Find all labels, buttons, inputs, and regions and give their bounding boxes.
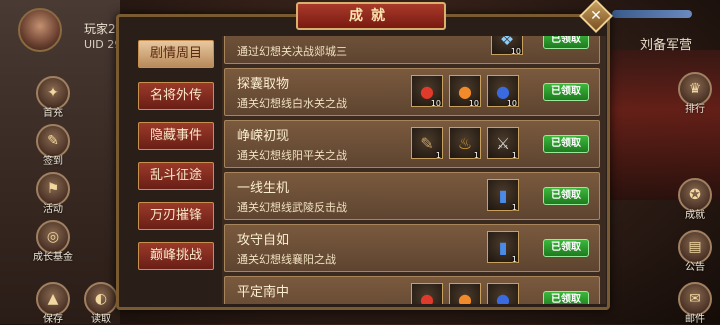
sign-in-button[interactable]: ✎ 签到: [34, 124, 72, 167]
activity-button[interactable]: ⚑ 活动: [34, 172, 72, 215]
achievement-row: 平定南中 ● ● ● 已领取: [224, 276, 600, 304]
save-button[interactable]: ▲ 保存: [34, 282, 72, 325]
claimed-button[interactable]: 已领取: [543, 36, 589, 49]
crossed-weapons-icon[interactable]: ⚔ 1: [487, 127, 519, 160]
achievement-row: 峥嵘初现 通关幻想线阳平关之战 ✎ 1 ♨ 1 ⚔ 1 已领取: [224, 120, 600, 168]
tab-melee[interactable]: 乱斗征途: [138, 162, 214, 190]
claimed-button[interactable]: 已领取: [543, 187, 589, 205]
notice-button[interactable]: ▤ 公告: [676, 230, 714, 273]
achievement-title: 一线生机: [237, 181, 290, 196]
claimed-button[interactable]: 已领取: [543, 239, 589, 257]
claimed-button[interactable]: 已领取: [543, 291, 589, 304]
close-x-icon: ✕: [590, 7, 602, 24]
tab-story[interactable]: 剧情周目: [138, 40, 214, 68]
blue-fruit-icon[interactable]: ● 10: [487, 75, 519, 108]
tab-generals[interactable]: 名将外传: [138, 82, 214, 110]
first-charge-button[interactable]: ✦ 首充: [34, 76, 72, 119]
player-avatar[interactable]: [18, 8, 62, 52]
scroll-icon[interactable]: ✎ 1: [411, 127, 443, 160]
camp-title: 刘备军营: [640, 38, 693, 53]
achievement-desc: 通过幻想关决战郯城三: [237, 45, 347, 58]
claimed-button[interactable]: 已领取: [543, 135, 589, 153]
blue-scroll-icon[interactable]: ▮ 1: [487, 179, 519, 212]
blue-scroll-icon[interactable]: ▮ 1: [487, 231, 519, 264]
achievement-title: 平定南中: [237, 285, 290, 300]
red-fruit-icon[interactable]: ● 10: [411, 75, 443, 108]
achievement-title: 峥嵘初现: [237, 129, 290, 144]
achievement-desc: 通关幻想线白水关之战: [237, 97, 347, 110]
tab-hidden-events[interactable]: 隐藏事件: [138, 122, 214, 150]
red-fruit-icon[interactable]: ●: [411, 283, 443, 304]
load-button[interactable]: ◐ 读取: [82, 282, 120, 325]
achievement-list[interactable]: 通过幻想关决战郯城三 ❖ 10 已领取 探囊取物 通关幻想线白水关之战 ● 10 ●…: [222, 36, 606, 304]
orange-fruit-icon[interactable]: ●: [449, 283, 481, 304]
achievement-title: 攻守自如: [237, 233, 290, 248]
claimed-button[interactable]: 已领取: [543, 83, 589, 101]
achievement-desc: 通关幻想线襄阳之战: [237, 253, 336, 266]
achievement-title: 探囊取物: [237, 77, 290, 92]
growth-fund-button[interactable]: ◎ 成长基金: [30, 220, 76, 263]
achievement-row: 一线生机 通关幻想线武陵反击战 ▮ 1 已领取: [224, 172, 600, 220]
achievement-row: 攻守自如 通关幻想线襄阳之战 ▮ 1 已领取: [224, 224, 600, 272]
achievement-button[interactable]: ✪ 成就: [676, 178, 714, 221]
achievement-row: 探囊取物 通关幻想线白水关之战 ● 10 ● 10 ● 10 已领取: [224, 68, 600, 116]
resource-bar: [612, 10, 692, 18]
ranking-button[interactable]: ♛ 排行: [676, 72, 714, 115]
achievement-row: 通过幻想关决战郯城三 ❖ 10 已领取: [224, 36, 600, 64]
blue-fruit-icon[interactable]: ●: [487, 283, 519, 304]
crystal-icon[interactable]: ❖ 10: [491, 36, 523, 56]
mail-button[interactable]: ✉ 邮件: [676, 282, 714, 325]
orange-fruit-icon[interactable]: ● 10: [449, 75, 481, 108]
achievement-desc: 通关幻想线武陵反击战: [237, 201, 347, 214]
tab-blades[interactable]: 万刃摧锋: [138, 202, 214, 230]
achievement-desc: 通关幻想线阳平关之战: [237, 149, 347, 162]
gourd-icon[interactable]: ♨ 1: [449, 127, 481, 160]
dialog-title: 成就: [296, 2, 446, 30]
tab-peak-challenge[interactable]: 巅峰挑战: [138, 242, 214, 270]
